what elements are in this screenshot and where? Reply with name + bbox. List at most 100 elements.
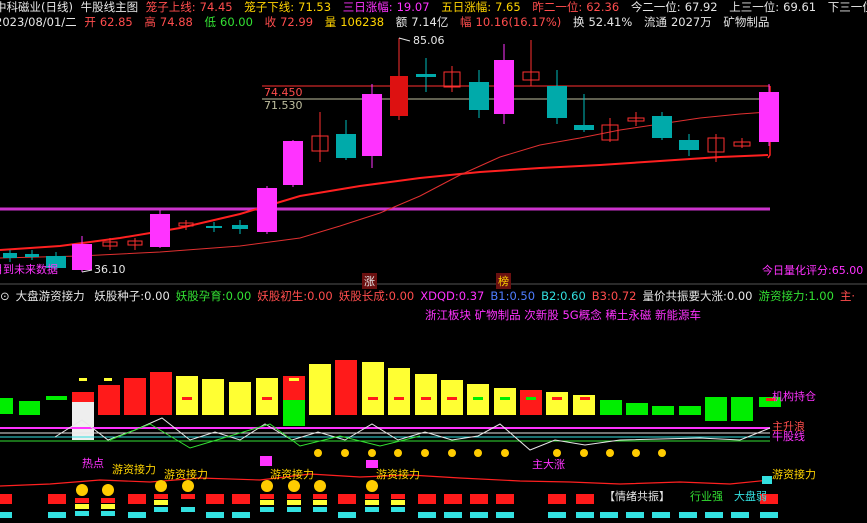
- marker-zhang[interactable]: 涨: [362, 273, 377, 289]
- future-data-note: 月到未来数据: [0, 263, 58, 276]
- indicator-item-label: 妖股种子:: [94, 289, 145, 303]
- candle: [362, 94, 382, 156]
- indicator-item-label: 量价共振要大涨:: [642, 289, 727, 303]
- candle: [574, 125, 594, 130]
- ind-bar-low: [283, 400, 305, 426]
- indicator-item-label: 妖股初生:: [257, 289, 308, 303]
- ind-bar-cap: [72, 392, 94, 402]
- indicator-item-label: 主·: [839, 289, 856, 303]
- candle: [232, 225, 248, 229]
- price-min-label: 36.10: [94, 263, 126, 276]
- ind-bar: [362, 362, 384, 415]
- magenta-marker: [260, 456, 272, 466]
- indicator-item-label: B1:: [490, 289, 510, 303]
- ind-bar: [546, 392, 568, 415]
- ind-bar: [124, 378, 146, 415]
- cage-lower-axis-label: 71.530: [264, 99, 303, 112]
- relay-label-2: 游资接力: [164, 468, 208, 481]
- ind-bar: [19, 401, 40, 415]
- indicator-item-value: 0.60: [560, 289, 586, 303]
- indicator-item-value: 0.37: [458, 289, 485, 303]
- relay-label-3: 游资接力: [270, 468, 314, 481]
- inst-holding-label: 机构持仓: [772, 390, 816, 403]
- ind-bar: [520, 390, 542, 415]
- bull-line-label: 牛股线: [772, 430, 805, 443]
- indicator-item-value: 0.00: [388, 289, 415, 303]
- ind-bar: [176, 376, 198, 415]
- hot-label: 热点: [82, 457, 104, 470]
- ind-bar: [335, 360, 357, 415]
- ind-bar: [652, 406, 674, 415]
- ind-bar: [46, 396, 67, 400]
- indicator-item-5: B1:0.50: [490, 289, 535, 303]
- main-zhang-label: 主大涨: [532, 458, 565, 471]
- candle: [652, 116, 672, 138]
- candle: [257, 188, 277, 232]
- candle: [336, 134, 356, 158]
- indicator-item-value: 0.72: [610, 289, 637, 303]
- ind-bar: [731, 397, 753, 421]
- indicator-item-label: B2:: [541, 289, 561, 303]
- ind-bar: [150, 372, 172, 415]
- indicator-item-6: B2:0.60: [541, 289, 586, 303]
- indicator-item-value: 0.00: [144, 289, 170, 303]
- ind-bar: [229, 382, 251, 415]
- indicator-item-10: 主·: [840, 289, 855, 303]
- indicator-item-value: 0.00: [225, 289, 252, 303]
- indicator-title[interactable]: 大盘游资接力: [16, 289, 85, 303]
- candle: [206, 226, 222, 228]
- indicator-item-label: 妖股长成:: [338, 289, 389, 303]
- indicator-item-3: 妖股长成:0.00: [339, 289, 414, 303]
- cyan-marker: [762, 476, 772, 484]
- ind-bar: [705, 397, 727, 421]
- candle: [679, 140, 699, 150]
- cage-upper-axis-label: 74.450: [264, 86, 303, 99]
- ind-bar: [626, 403, 648, 415]
- indicator-item-7: B3:0.72: [592, 289, 637, 303]
- indicator-item-label: B3:: [591, 289, 611, 303]
- relay-right-label: 游资接力: [772, 468, 816, 481]
- candle: [759, 92, 779, 142]
- relay-label-1: 游资接力: [112, 463, 156, 476]
- candle: [3, 253, 17, 258]
- industry-strong-label: 行业强: [690, 490, 723, 503]
- price-max-label: 85.06: [413, 34, 445, 47]
- ind-bar: [600, 400, 622, 415]
- indicator-item-label: 妖股孕育:: [175, 289, 226, 303]
- candle: [416, 74, 436, 77]
- ind-bar: [0, 398, 13, 414]
- ind-bar: [679, 406, 701, 415]
- indicator-item-0: 妖股种子:0.00: [94, 289, 169, 303]
- candle: [25, 254, 39, 257]
- candle: [469, 82, 489, 110]
- indicator-item-value: 0.50: [509, 289, 536, 303]
- ind-bar: [309, 364, 331, 415]
- indicator-item-9: 游资接力:1.00: [758, 289, 833, 303]
- indicator-item-value: 0.00: [307, 289, 333, 303]
- indicator-item-value: 1.00: [808, 289, 834, 303]
- indicator-item-4: XDQD:0.37: [420, 289, 484, 303]
- quant-score-label: 今日量化评分:65.00: [762, 264, 864, 277]
- ind-bar: [415, 374, 437, 415]
- sentiment-label: 【情绪共振】: [604, 490, 670, 503]
- ind-bar: [98, 385, 120, 415]
- indicator-item-value: 0.00: [726, 289, 753, 303]
- market-weak-label: 大盘弱: [734, 490, 767, 503]
- candle: [72, 244, 92, 270]
- candle: [390, 76, 408, 116]
- ind-bar: [388, 368, 410, 415]
- candle: [283, 141, 303, 185]
- candles: [3, 38, 779, 272]
- ma-long-line: [0, 154, 769, 251]
- relay-label-4: 游资接力: [376, 468, 420, 481]
- ind-bar: [202, 379, 224, 415]
- indicator-item-label: XDQD:: [420, 289, 459, 303]
- indicator-header: ⊙ 大盘游资接力 妖股种子:0.00 妖股孕育:0.00 妖股初生:0.00 妖股长成:…: [0, 288, 867, 304]
- marker-bang[interactable]: 榜: [496, 273, 511, 289]
- price-chart[interactable]: [0, 0, 867, 523]
- yellow-dots: [314, 449, 666, 457]
- indicator-collapse-icon[interactable]: ⊙: [0, 289, 10, 303]
- candle: [150, 214, 170, 247]
- min-price-pointer: [81, 269, 93, 273]
- zigzag-line: [54, 417, 771, 451]
